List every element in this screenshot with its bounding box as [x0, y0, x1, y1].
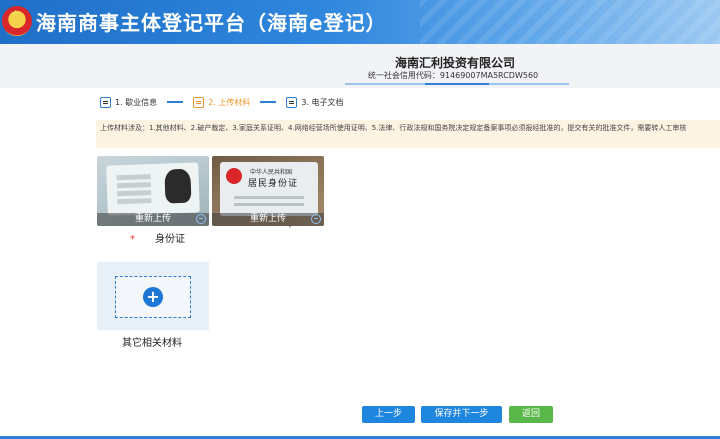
site-title: 海南商事主体登记平台（海南e登记）: [36, 11, 387, 35]
id-card-back-thumbnail[interactable]: 重新上传: [97, 156, 209, 226]
id-card-label-text: 身份证: [155, 234, 185, 245]
header-decoration: [420, 0, 720, 44]
reupload-button[interactable]: 重新上传: [212, 213, 324, 226]
national-emblem-icon: [226, 168, 242, 184]
required-mark: *: [130, 234, 135, 245]
back-button[interactable]: 返回: [509, 406, 553, 423]
page: ★ 海南商事主体登记平台（海南e登记） 海南汇利投资有限公司 统一社会信用代码：…: [0, 0, 720, 439]
zoom-icon[interactable]: [196, 214, 206, 224]
company-name: 海南汇利投资有限公司: [394, 56, 515, 70]
id-card-title-text: 居民身份证: [248, 179, 299, 189]
step-separator: [167, 101, 184, 103]
credit-code: 统一社会信用代码：91469007MA5RCDW560: [367, 71, 539, 80]
id-card-country-text: 中华人民共和国: [250, 169, 293, 176]
step-3-label: 3. 电子文档: [301, 97, 344, 107]
step-3[interactable]: 3. 电子文档: [286, 96, 344, 108]
prev-step-button[interactable]: 上一步: [362, 406, 415, 423]
site-header: ★ 海南商事主体登记平台（海南e登记）: [0, 0, 720, 44]
notice-banner: 上传材料涉及：1.其他材料、2.破产裁定、3.家庭关系证明、4.网络经营场所使用…: [96, 120, 720, 148]
step-2-label: 2. 上传材料: [208, 97, 251, 107]
step-2[interactable]: 2. 上传材料: [193, 96, 251, 108]
national-emblem-icon: ★: [2, 6, 32, 36]
save-next-button[interactable]: 保存并下一步: [421, 406, 502, 423]
zoom-icon[interactable]: [311, 214, 321, 224]
id-card-front-image: 中华人民共和国 居民身份证: [220, 162, 318, 216]
document-icon: [286, 96, 298, 108]
other-materials-label: 其它相关材料: [122, 338, 182, 349]
id-card-label: * 身份证: [130, 230, 185, 245]
id-card-front-thumbnail[interactable]: 中华人民共和国 居民身份证 重新上传: [212, 156, 324, 226]
step-1[interactable]: 1. 歇业信息: [100, 96, 158, 108]
company-bar: 海南汇利投资有限公司 统一社会信用代码：91469007MA5RCDW560: [0, 44, 720, 88]
add-material-button[interactable]: +: [115, 276, 191, 318]
step-indicator: 1. 歇业信息 2. 上传材料 3. 电子文档: [100, 94, 344, 110]
step-1-label: 1. 歇业信息: [115, 97, 158, 107]
other-materials-panel: +: [97, 262, 209, 330]
step-separator: [260, 101, 277, 103]
upload-icon: [193, 96, 205, 108]
plus-icon: +: [143, 287, 163, 307]
form-icon: [100, 96, 111, 108]
reupload-button[interactable]: 重新上传: [97, 213, 209, 226]
id-card-back-image: [106, 162, 200, 216]
credit-underline: [345, 83, 569, 85]
stray-mark: `: [288, 226, 293, 236]
